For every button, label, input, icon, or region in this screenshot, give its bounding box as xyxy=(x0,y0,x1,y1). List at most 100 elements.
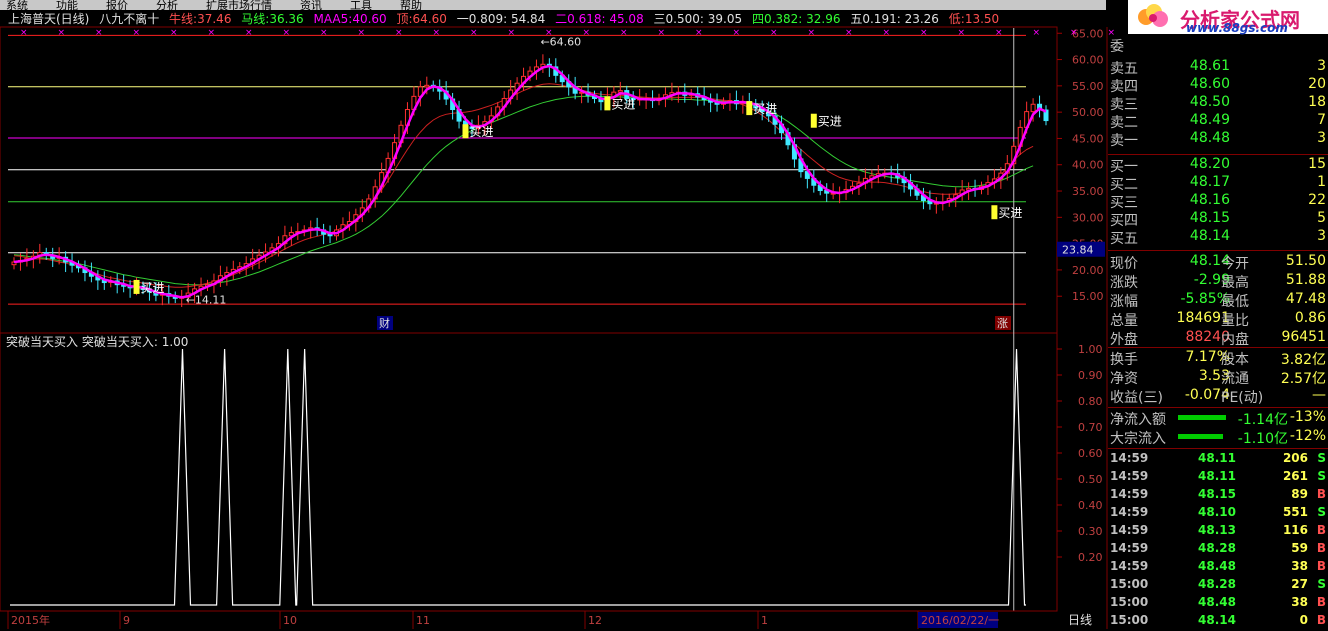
flow-row: 大宗流入 -12% -1.10亿 xyxy=(1108,428,1328,447)
top-marker: × xyxy=(845,28,853,38)
high-annotation: ←64.60 xyxy=(540,35,581,48)
bid-vol: 15 xyxy=(1308,156,1326,172)
flow-row: 净流入额 -13% -1.14亿 xyxy=(1108,409,1328,428)
ask-price: 48.49 xyxy=(1189,112,1230,128)
ind-y-tick-label: 1.00 xyxy=(1078,343,1103,356)
weibi-row: 委 xyxy=(1108,36,1328,55)
tick-time: 14:59 xyxy=(1110,523,1149,537)
stat-row: 涨幅 -5.85% 最低 47.48 xyxy=(1108,291,1328,310)
stat2-label: 收益(三) xyxy=(1110,390,1163,406)
stat-row: 现价 48.14 今开 51.50 xyxy=(1108,253,1328,272)
ask-price: 48.61 xyxy=(1189,58,1230,74)
bid-row: 买一 48.20 15 xyxy=(1108,156,1328,175)
tick-price: 48.10 xyxy=(1198,505,1236,519)
ask-row: 卖三 48.50 18 xyxy=(1108,94,1328,113)
tick-price: 48.28 xyxy=(1198,577,1236,591)
buy-signal: 买进 xyxy=(141,281,165,295)
ask-row: 卖二 48.49 7 xyxy=(1108,112,1328,131)
top-marker: × xyxy=(133,28,141,38)
x-tick-label: 10 xyxy=(283,614,297,627)
stat2-row: 净资 3.53 流通 2.57亿 xyxy=(1108,368,1328,387)
stat-row: 总量 184691 量比 0.86 xyxy=(1108,310,1328,329)
top-marker: × xyxy=(1033,28,1041,38)
stat-label-2: 最低 xyxy=(1221,294,1249,310)
buy-signal: 买进 xyxy=(470,125,494,139)
tick-row: 14:59 48.10 551 S xyxy=(1108,505,1328,523)
ind-y-tick-label: 0.30 xyxy=(1078,525,1103,538)
ask-label: 卖二 xyxy=(1110,115,1138,131)
tick-row: 14:59 48.11 206 S xyxy=(1108,451,1328,469)
ask-price: 48.50 xyxy=(1189,94,1230,110)
top-marker: × xyxy=(208,28,216,38)
y-tick-label: 40.00 xyxy=(1072,159,1104,172)
top-marker: × xyxy=(958,28,966,38)
stat-label: 总量 xyxy=(1110,313,1138,329)
indicator-title: 突破当天买入 突破当天买入: 1.00 xyxy=(6,333,188,350)
tick-side: B xyxy=(1316,487,1326,501)
stat-value-2: 47.48 xyxy=(1285,291,1326,307)
stat-label-2: 今开 xyxy=(1221,256,1249,272)
cursor-value-label: 23.84 xyxy=(1062,244,1094,257)
tick-row: 15:00 48.48 38 B xyxy=(1108,595,1328,613)
bid-price: 48.15 xyxy=(1189,210,1230,226)
bid-price: 48.14 xyxy=(1189,228,1230,244)
flow-label: 净流入额 xyxy=(1110,412,1166,428)
stat2-label: 净资 xyxy=(1110,371,1138,387)
top-marker: × xyxy=(95,28,103,38)
period-label: 日线 xyxy=(1068,613,1092,627)
quote-panel: 委卖五 48.61 3 卖四 48.60 20 卖三 48.50 18 卖二 48.49 7 卖一 48.… xyxy=(1108,34,1328,629)
tick-side: B xyxy=(1316,559,1326,573)
top-marker: × xyxy=(358,28,366,38)
top-marker: × xyxy=(508,28,516,38)
top-marker: × xyxy=(395,28,403,38)
buy-signal: 买进 xyxy=(998,206,1022,220)
tick-vol: 551 xyxy=(1282,505,1308,519)
candle-body xyxy=(617,90,623,93)
divider xyxy=(1108,407,1328,408)
ma-red-line xyxy=(13,83,1034,288)
tick-vol: 38 xyxy=(1291,559,1308,573)
top-marker: × xyxy=(1070,28,1078,38)
weibi-label: 委 xyxy=(1110,39,1124,55)
y-tick-label: 35.00 xyxy=(1072,185,1104,198)
stat-value-2: 51.50 xyxy=(1285,253,1326,269)
ask-label: 卖四 xyxy=(1110,79,1138,95)
ma-green-line xyxy=(13,95,1034,286)
ind-y-tick-label: 0.60 xyxy=(1078,447,1103,460)
tick-time: 15:00 xyxy=(1110,595,1149,609)
top-marker: × xyxy=(170,28,178,38)
ask-vol: 20 xyxy=(1308,76,1326,92)
flow-bar xyxy=(1178,434,1223,439)
top-marker: × xyxy=(433,28,441,38)
stat2-row: 收益(三) -0.074 PE(动) — xyxy=(1108,387,1328,406)
indicator-line xyxy=(10,348,1026,606)
tick-price: 48.48 xyxy=(1198,595,1236,609)
flow-pct: -12% xyxy=(1289,428,1326,444)
flow-bar xyxy=(1178,415,1226,420)
top-marker: × xyxy=(808,28,816,38)
y-tick-label: 60.00 xyxy=(1072,54,1104,67)
tick-vol: 206 xyxy=(1282,451,1308,465)
stat-row: 涨跌 -2.99 最高 51.88 xyxy=(1108,272,1328,291)
tick-row: 14:59 48.13 116 B xyxy=(1108,523,1328,541)
tick-time: 15:00 xyxy=(1110,577,1149,591)
stat2-label: 换手 xyxy=(1110,352,1138,368)
stat2-value-2: 3.82亿 xyxy=(1280,352,1326,368)
candle-body xyxy=(1030,103,1036,113)
top-marker: × xyxy=(695,28,703,38)
ind-y-tick-label: 0.80 xyxy=(1078,395,1103,408)
top-marker: × xyxy=(283,28,291,38)
buy-signal-bar xyxy=(133,279,140,294)
stat2-value-2: 2.57亿 xyxy=(1280,371,1326,387)
tick-row: 14:59 48.28 59 B xyxy=(1108,541,1328,559)
ask-row: 卖四 48.60 20 xyxy=(1108,76,1328,95)
indicator-panel-frame xyxy=(0,332,1058,612)
tick-side: S xyxy=(1317,469,1326,483)
stat2-label-2: 股本 xyxy=(1221,352,1249,368)
buy-signal-bar xyxy=(746,101,753,116)
flow-value: -1.14亿 xyxy=(1237,412,1288,428)
stat2-label-2: PE(动) xyxy=(1221,390,1264,406)
top-marker: × xyxy=(658,28,666,38)
bid-vol: 5 xyxy=(1317,210,1326,226)
divider xyxy=(1108,250,1328,251)
